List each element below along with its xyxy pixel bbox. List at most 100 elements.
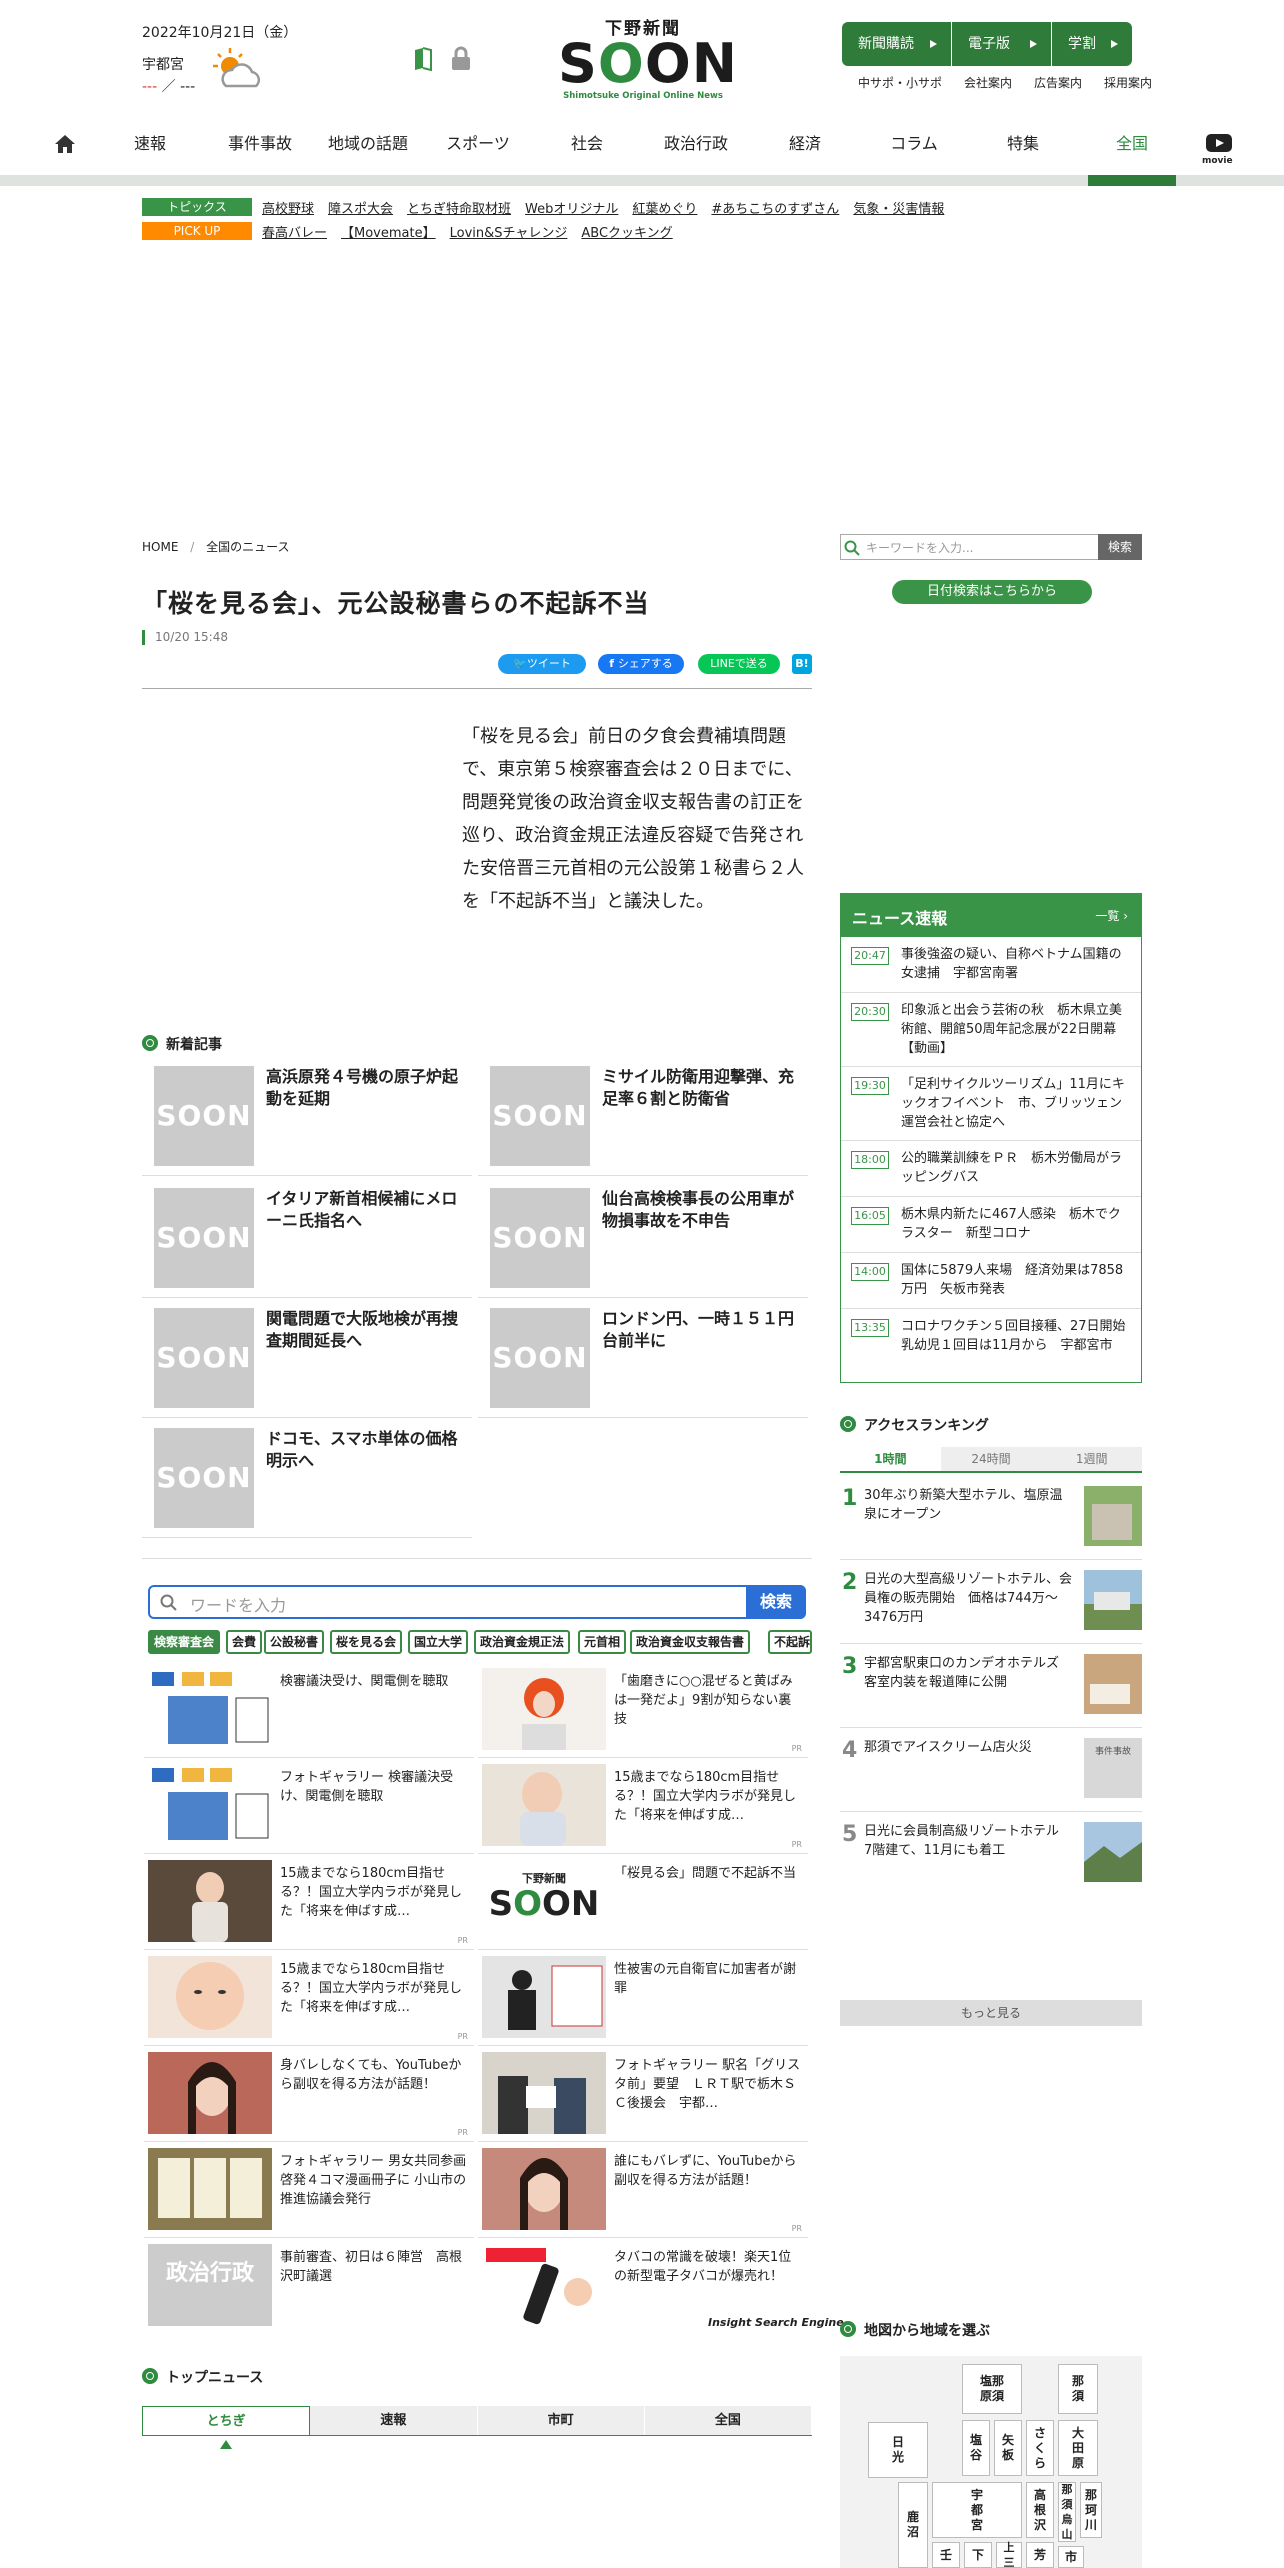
- widget-item[interactable]: フォトギャラリー 男女共同参画 啓発４コマ漫画冊子に 小山市の推進協議会発行: [144, 2142, 474, 2238]
- tab-national[interactable]: 全国: [644, 2406, 812, 2435]
- breadcrumb-home[interactable]: HOME: [142, 540, 178, 554]
- topic-link[interactable]: 気象・災害情報: [853, 198, 944, 217]
- widget-item-title[interactable]: 15歳までなら180cm目指せる？！国立大学内ラボが発見した「将来を伸ばす成…: [280, 1864, 470, 1921]
- breadcrumb-current[interactable]: 全国のニュース: [206, 540, 289, 554]
- new-article-title[interactable]: ミサイル防衛用迎撃弾、充足率６割と防衛省: [602, 1066, 802, 1110]
- map-region[interactable]: 鹿沼: [898, 2482, 928, 2568]
- map-region[interactable]: 上三: [996, 2541, 1022, 2568]
- topic-link[interactable]: #あちこちのすずさん: [711, 198, 839, 217]
- widget-item-title[interactable]: タバコの常識を破壊！楽天1位の新型電子タバコが爆売れ！: [614, 2248, 804, 2286]
- flash-item[interactable]: 19:30 「足利サイクルツーリズム」11月にキックオフイベント 市、ブリッツェン…: [841, 1067, 1141, 1141]
- pickup-link[interactable]: Lovin&Sチャレンジ: [450, 222, 568, 241]
- flash-item[interactable]: 14:00 国体に5879人来場 経済効果は7858万円 矢板市発表: [841, 1253, 1141, 1309]
- new-article-item[interactable]: SOON 高浜原発４号機の原子炉起動を延期: [142, 1056, 472, 1176]
- map-region[interactable]: 塩谷: [962, 2420, 990, 2476]
- bookmark-icon[interactable]: [410, 46, 436, 72]
- map-region[interactable]: 塩那 原須: [962, 2364, 1022, 2414]
- widget-item[interactable]: 「歯磨きに○○混ぜると黄ばみは一発だよ」9割が知らない裏技 PR: [478, 1662, 808, 1758]
- news-flash-more[interactable]: 一覧 ›: [1095, 907, 1128, 924]
- pickup-link[interactable]: ABCクッキング: [581, 222, 672, 241]
- flash-text[interactable]: 公的職業訓練をＰＲ 栃木労働局がラッピングバス: [901, 1149, 1133, 1187]
- new-article-item[interactable]: SOON イタリア新首相候補にメローニ氏指名へ: [142, 1178, 472, 1298]
- map-region[interactable]: 壬: [932, 2542, 960, 2568]
- tab-towns[interactable]: 市町: [477, 2406, 645, 2435]
- rank-title[interactable]: 宇都宮駅東口のカンデオホテルズ 客室内装を報道陣に公開: [864, 1654, 1074, 1692]
- widget-item-title[interactable]: 検審議決受け、関電側を聴取: [280, 1672, 470, 1691]
- sublink-support[interactable]: 中サポ・小サポ: [858, 74, 942, 91]
- keyword-chip[interactable]: 元首相: [578, 1630, 627, 1654]
- widget-item-title[interactable]: 「桜見る会」問題で不起訴不当: [614, 1864, 804, 1883]
- new-article-title[interactable]: 仙台高検検事長の公用車が物損事故を不申告: [602, 1188, 802, 1232]
- flash-item[interactable]: 13:35 コロナワクチン５回目接種、27日開始 乳幼児１回目は11月から 宇都宮…: [841, 1309, 1141, 1382]
- flash-item[interactable]: 20:30 印象派と出会う芸術の秋 栃木県立美術館、開館50周年記念展が22日開幕…: [841, 993, 1141, 1067]
- widget-item[interactable]: 身バレしなくても、YouTubeから副収を得る方法が話題！ PR: [144, 2046, 474, 2142]
- ranking-tab-1w[interactable]: 1週間: [1041, 1447, 1143, 1471]
- sublink-ads[interactable]: 広告案内: [1034, 74, 1082, 91]
- widget-item[interactable]: フォトギャラリー 検審議決受け、関電側を聴取: [144, 1758, 474, 1854]
- topic-link[interactable]: 障スポ大会: [328, 198, 393, 217]
- keyword-chip[interactable]: 国立大学: [408, 1630, 469, 1654]
- keyword-chip[interactable]: 政治資金規正法: [474, 1630, 571, 1654]
- flash-text[interactable]: 事後強盗の疑い、自称ベトナム国籍の女逮捕 宇都宮南署: [901, 945, 1133, 983]
- map-region[interactable]: 高根沢: [1026, 2482, 1054, 2538]
- sublink-recruit[interactable]: 採用案内: [1104, 74, 1152, 91]
- date-search-button[interactable]: 日付検索はこちらから: [892, 580, 1092, 604]
- home-icon[interactable]: [54, 134, 76, 154]
- widget-item[interactable]: 検審議決受け、関電側を聴取: [144, 1662, 474, 1758]
- new-article-title[interactable]: 高浜原発４号機の原子炉起動を延期: [266, 1066, 466, 1110]
- widget-item-title[interactable]: 性被害の元自衛官に加害者が謝罪: [614, 1960, 804, 1998]
- rank-title[interactable]: 那須でアイスクリーム店火災: [864, 1738, 1074, 1757]
- flash-item[interactable]: 18:00 公的職業訓練をＰＲ 栃木労働局がラッピングバス: [841, 1141, 1141, 1197]
- keyword-chip[interactable]: 公設秘書: [264, 1630, 325, 1654]
- new-article-item[interactable]: SOON 仙台高検検事長の公用車が物損事故を不申告: [478, 1178, 808, 1298]
- ranking-item[interactable]: 5 日光に会員制高級リゾートホテル 7階建て、11月にも着工: [840, 1812, 1142, 1896]
- widget-item[interactable]: 下野新聞 SOON 「桜見る会」問題で不起訴不当: [478, 1854, 808, 1950]
- ranking-tab-24h[interactable]: 24時間: [940, 1447, 1042, 1471]
- new-article-item[interactable]: SOON ミサイル防衛用迎撃弾、充足率６割と防衛省: [478, 1056, 808, 1176]
- widget-item[interactable]: 性被害の元自衛官に加害者が謝罪: [478, 1950, 808, 2046]
- flash-text[interactable]: 「足利サイクルツーリズム」11月にキックオフイベント 市、ブリッツェン運営会社と…: [901, 1075, 1133, 1132]
- map-region[interactable]: さくら: [1026, 2420, 1054, 2476]
- weather-city[interactable]: 宇都宮: [142, 54, 184, 74]
- flash-text[interactable]: 国体に5879人来場 経済効果は7858万円 矢板市発表: [901, 1261, 1133, 1299]
- topic-link[interactable]: とちぎ特命取材班: [407, 198, 511, 217]
- pickup-link[interactable]: 春高バレー: [262, 222, 327, 241]
- map-region[interactable]: 那須: [1058, 2364, 1098, 2414]
- ranking-item[interactable]: 3 宇都宮駅東口のカンデオホテルズ 客室内装を報道陣に公開: [840, 1644, 1142, 1728]
- insight-search-engine-logo[interactable]: Insight Search Engine: [708, 2316, 844, 2329]
- tweet-button[interactable]: 🐦ツイート: [498, 654, 586, 674]
- pickup-link[interactable]: 【Movemate】: [341, 222, 436, 241]
- widget-item-title[interactable]: 事前審査、初日は６陣営 高根沢町議選: [280, 2248, 470, 2286]
- keyword-chip[interactable]: 会費: [226, 1630, 263, 1654]
- map-region[interactable]: 芳: [1026, 2542, 1054, 2568]
- widget-item[interactable]: 15歳までなら180cm目指せる？！国立大学内ラボが発見した「将来を伸ばす成… …: [478, 1758, 808, 1854]
- new-article-item[interactable]: SOON ドコモ、スマホ単体の価格明示へ: [142, 1418, 472, 1538]
- widget-item-title[interactable]: 15歳までなら180cm目指せる？！国立大学内ラボが発見した「将来を伸ばす成…: [614, 1768, 804, 1825]
- new-article-title[interactable]: ドコモ、スマホ単体の価格明示へ: [266, 1428, 466, 1472]
- widget-item[interactable]: 15歳までなら180cm目指せる？！国立大学内ラボが発見した「将来を伸ばす成… …: [144, 1854, 474, 1950]
- widget-item[interactable]: フォトギャラリー 駅名「グリスタ前」要望 ＬＲＴ駅で栃木ＳＣ後援会 宇都…: [478, 2046, 808, 2142]
- subscribe-button[interactable]: 新聞購読: [842, 22, 952, 66]
- new-article-item[interactable]: SOON ロンドン円、一時１５１円台前半に: [478, 1298, 808, 1418]
- rank-title[interactable]: 30年ぶり新築大型ホテル、塩原温泉にオープン: [864, 1486, 1074, 1524]
- keyword-chip[interactable]: 不起訴: [768, 1630, 812, 1654]
- flash-item[interactable]: 20:47 事後強盗の疑い、自称ベトナム国籍の女逮捕 宇都宮南署: [841, 937, 1141, 993]
- map-region[interactable]: 大田原: [1058, 2420, 1098, 2476]
- digital-edition-button[interactable]: 電子版: [952, 22, 1052, 66]
- youtube-icon[interactable]: [1206, 134, 1232, 152]
- map-region[interactable]: 矢板: [994, 2420, 1022, 2476]
- new-article-title[interactable]: ロンドン円、一時１５１円台前半に: [602, 1308, 802, 1352]
- facebook-share-button[interactable]: f シェアする: [598, 654, 684, 674]
- widget-item-title[interactable]: フォトギャラリー 男女共同参画 啓発４コマ漫画冊子に 小山市の推進協議会発行: [280, 2152, 470, 2209]
- widget-item-title[interactable]: 身バレしなくても、YouTubeから副収を得る方法が話題！: [280, 2056, 470, 2094]
- student-discount-button[interactable]: 学割: [1052, 22, 1132, 66]
- widget-item-title[interactable]: 誰にもバレずに、YouTubeから副収を得る方法が話題！: [614, 2152, 804, 2190]
- keyword-chip[interactable]: 桜を見る会: [330, 1630, 403, 1654]
- widget-item[interactable]: 誰にもバレずに、YouTubeから副収を得る方法が話題！ PR: [478, 2142, 808, 2238]
- topic-link[interactable]: Webオリジナル: [525, 198, 618, 217]
- flash-text[interactable]: 栃木県内新たに467人感染 栃木でクラスター 新型コロナ: [901, 1205, 1133, 1243]
- flash-text[interactable]: 印象派と出会う芸術の秋 栃木県立美術館、開館50周年記念展が22日開幕【動画】: [901, 1001, 1133, 1058]
- widget-item[interactable]: 政治行政 事前審査、初日は６陣営 高根沢町議選: [144, 2238, 474, 2334]
- nav-movie-label[interactable]: movie: [1202, 156, 1233, 166]
- map-region[interactable]: 下: [964, 2542, 992, 2568]
